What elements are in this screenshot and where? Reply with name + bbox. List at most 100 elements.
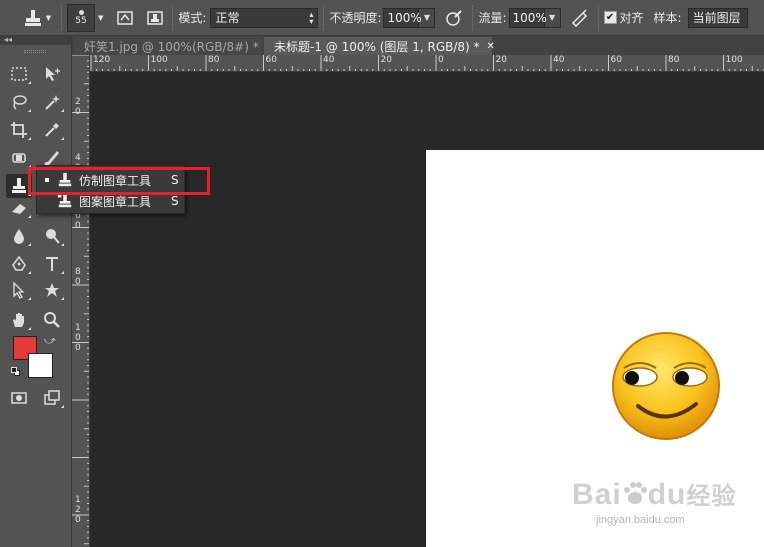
crop-tool[interactable] — [6, 118, 32, 142]
marquee-icon — [11, 67, 27, 81]
quick-mask-icon — [11, 392, 27, 404]
paw-icon — [623, 482, 647, 504]
lasso-icon — [13, 95, 27, 110]
chevron-down-icon[interactable]: ▼ — [98, 14, 103, 22]
ruler-label: 0 — [75, 107, 81, 117]
default-colors-icon[interactable] — [11, 367, 20, 376]
chevron-down-icon[interactable]: ▼ — [544, 7, 561, 28]
opacity-input[interactable]: 100% — [383, 7, 422, 28]
mode-value: 正常 — [215, 11, 240, 25]
opacity-value: 100% — [387, 10, 422, 25]
pen-tool[interactable] — [6, 252, 32, 276]
zoom-tool[interactable] — [39, 308, 65, 332]
toggle-brush-panel-button[interactable] — [113, 5, 137, 31]
eyedropper-icon — [45, 123, 59, 137]
clone-stamp-preset-button[interactable]: ▼ — [18, 5, 56, 31]
eyedropper-tool[interactable] — [39, 118, 65, 142]
vertical-ruler[interactable]: 20406080100120 — [72, 55, 90, 547]
horizontal-ruler[interactable]: 12010080604020020406080100120 — [90, 55, 764, 72]
tab-label: 奸笑1.jpg @ 100%(RGB/8#) * — [84, 39, 259, 54]
magic-wand-icon — [45, 95, 60, 110]
close-icon[interactable]: ✕ — [487, 41, 495, 52]
divider — [61, 4, 62, 31]
mode-select[interactable]: 正常 ▴ ▾ — [210, 7, 319, 28]
chevron-down-icon[interactable]: ▼ — [419, 7, 436, 28]
toolbox: ◂◂ ⤻ — [0, 36, 72, 547]
move-icon — [46, 67, 60, 81]
pattern-stamp-icon — [57, 193, 72, 208]
ruler-label: 1 — [75, 323, 81, 333]
watermark-brand: Bai — [572, 478, 622, 511]
type-tool[interactable] — [39, 252, 65, 276]
tab-label: 未标题-1 @ 100% (图层 1, RGB/8) * — [274, 39, 480, 54]
watermark-url: jingyan.baidu.com — [596, 514, 685, 526]
options-bar: ▼ 55 ▼ 模式: 正常 ▴ ▾ 不透明度: 100% ▼ 流量: 100% ▼… — [0, 0, 764, 36]
pressure-opacity-button[interactable] — [441, 5, 467, 31]
ruler-label: 80 — [208, 55, 220, 65]
ruler-ticks — [72, 55, 89, 545]
stamp-icon — [24, 9, 41, 26]
divider — [323, 4, 325, 31]
sample-label: 样本: — [653, 11, 682, 25]
ruler-label: 0 — [438, 55, 444, 65]
swap-colors-icon[interactable]: ⤻ — [44, 334, 56, 348]
hand-icon — [13, 313, 24, 327]
brush-panel-icon — [117, 10, 134, 25]
screen-mode-icon — [44, 390, 60, 405]
move-tool[interactable] — [39, 62, 65, 86]
pressure-pen-icon — [446, 9, 463, 26]
baidu-jingyan-watermark: Bai du经验 jingyan.baidu.com — [572, 462, 762, 537]
tab-document-2[interactable]: 未标题-1 @ 100% (图层 1, RGB/8) * ✕ — [264, 37, 495, 55]
ruler-label: 0 — [75, 515, 81, 525]
brush-size-value: 55 — [75, 16, 87, 26]
blur-tool[interactable] — [6, 224, 32, 248]
brush-preset-picker[interactable]: 55 — [67, 3, 95, 32]
lasso-tool[interactable] — [6, 90, 32, 114]
chevron-down-icon: ▼ — [45, 13, 52, 22]
marquee-tool[interactable] — [6, 62, 32, 86]
hand-tool[interactable] — [6, 308, 32, 332]
ruler-label: 20 — [495, 55, 507, 65]
flow-input[interactable]: 100% — [508, 7, 547, 28]
dodge-tool[interactable] — [39, 224, 65, 248]
menu-item-label: 图案图章工具 — [79, 194, 152, 209]
smirk-emoji-image — [612, 332, 720, 440]
divider — [472, 4, 474, 31]
sample-select[interactable]: 当前图层 — [687, 7, 748, 28]
ruler-label: 0 — [75, 221, 81, 231]
ruler-label: 60 — [265, 55, 277, 65]
eraser-icon — [12, 204, 26, 214]
ruler-label: 0 — [75, 333, 81, 343]
document-tabs: 奸笑1.jpg @ 100%(RGB/8#) * ✕ 未标题-1 @ 100% … — [0, 36, 764, 55]
eraser-tool[interactable] — [6, 196, 32, 220]
magic-wand-tool[interactable] — [39, 90, 65, 114]
ruler-label: 0 — [75, 277, 81, 287]
ruler-label: 2 — [75, 97, 81, 107]
tab-document-1[interactable]: 奸笑1.jpg @ 100%(RGB/8#) * ✕ — [74, 37, 274, 55]
bandage-icon — [12, 153, 26, 163]
menu-item-shortcut: S — [171, 194, 179, 208]
ruler-label: 2 — [75, 505, 81, 515]
toggle-clone-source-button[interactable] — [143, 5, 167, 31]
grip-icon[interactable] — [24, 50, 46, 53]
ruler-label: 1 — [75, 495, 81, 505]
ruler-label: 80 — [668, 55, 680, 65]
airbrush-button[interactable] — [567, 5, 593, 31]
background-color-swatch[interactable] — [28, 353, 53, 378]
airbrush-icon — [571, 8, 587, 27]
quick-mask-button[interactable] — [6, 386, 32, 410]
ruler-label: 40 — [323, 55, 335, 65]
aligned-label: 对齐 — [619, 11, 644, 25]
screen-mode-button[interactable] — [39, 386, 65, 410]
ruler-label: 8 — [75, 267, 81, 277]
toolbox-header[interactable]: ◂◂ — [0, 36, 71, 45]
ruler-label: 100 — [725, 55, 743, 65]
custom-shape-tool[interactable] — [39, 278, 65, 302]
dodge-icon — [46, 229, 60, 244]
collapse-icon[interactable]: ◂◂ — [4, 35, 12, 44]
sample-value: 当前图层 — [692, 11, 741, 25]
flow-label: 流量: — [478, 11, 507, 25]
watermark-brand-suffix: du — [647, 478, 687, 511]
aligned-checkbox[interactable]: ✔ — [603, 11, 617, 24]
path-selection-tool[interactable] — [6, 278, 32, 302]
